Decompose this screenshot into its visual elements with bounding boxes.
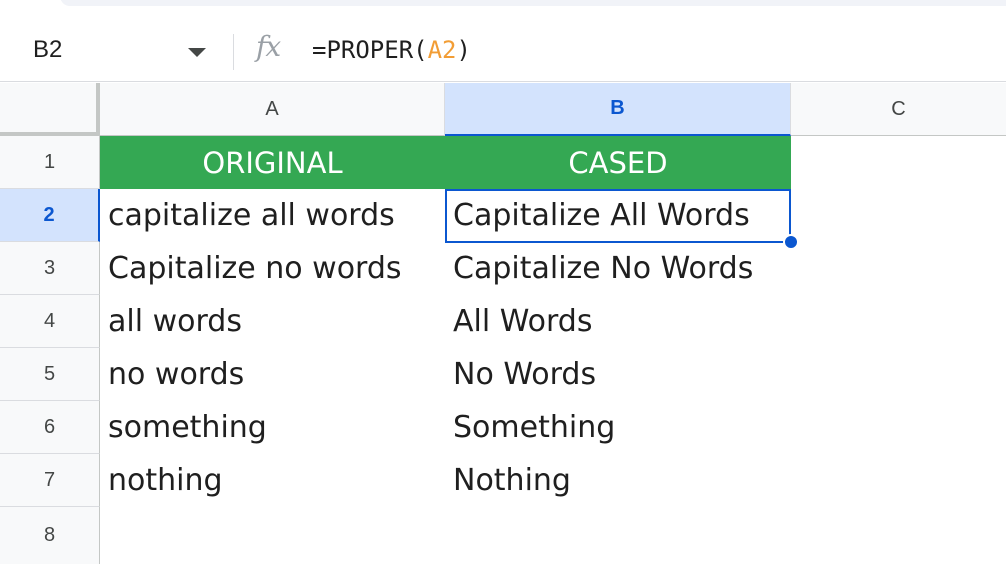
toolbar-edge (60, 0, 1006, 6)
formula-prefix: =PROPER( (312, 36, 428, 64)
row-header-3[interactable]: 3 (0, 242, 100, 295)
column-header-c[interactable]: C (791, 83, 1006, 136)
cell-b7[interactable]: Nothing (445, 454, 791, 507)
row-header-7[interactable]: 7 (0, 454, 100, 507)
spreadsheet-grid: A B C 1 2 3 4 5 6 7 8 ORIGINAL CASED cap… (0, 83, 1006, 564)
name-box[interactable]: B2 (0, 20, 222, 82)
cell-a7[interactable]: nothing (100, 454, 445, 507)
column-header-a[interactable]: A (100, 83, 445, 136)
formula-suffix: ) (456, 36, 471, 64)
cell-a2[interactable]: capitalize all words (100, 189, 445, 242)
formula-bar: B2 fx =PROPER(A2) (0, 20, 1006, 82)
cell-b3[interactable]: Capitalize No Words (445, 242, 791, 295)
row-header-2[interactable]: 2 (0, 189, 100, 242)
function-icon: fx (256, 30, 281, 63)
row-header-4[interactable]: 4 (0, 295, 100, 348)
cell-b2[interactable]: Capitalize All Words (445, 189, 791, 242)
column-header-b[interactable]: B (445, 83, 791, 136)
cell-b6[interactable]: Something (445, 401, 791, 454)
cell-b5[interactable]: No Words (445, 348, 791, 401)
row-header-8[interactable]: 8 (0, 507, 100, 564)
cell-b4[interactable]: All Words (445, 295, 791, 348)
fill-handle[interactable] (783, 234, 799, 250)
chevron-down-icon[interactable] (188, 48, 206, 57)
cell-a1-header[interactable]: ORIGINAL (100, 136, 445, 189)
row-header-5[interactable]: 5 (0, 348, 100, 401)
row-header-6[interactable]: 6 (0, 401, 100, 454)
select-all-corner[interactable] (0, 83, 100, 136)
formula-cell-reference: A2 (427, 36, 457, 64)
formula-input[interactable]: =PROPER(A2) (312, 36, 471, 64)
cell-a3[interactable]: Capitalize no words (100, 242, 445, 295)
row-header-1[interactable]: 1 (0, 136, 100, 189)
cell-b1-header[interactable]: CASED (445, 136, 791, 189)
name-box-cell-ref[interactable]: B2 (33, 36, 62, 64)
formula-bar-divider (233, 34, 234, 70)
cell-a5[interactable]: no words (100, 348, 445, 401)
cell-a6[interactable]: something (100, 401, 445, 454)
top-strip (0, 0, 1006, 20)
cell-a4[interactable]: all words (100, 295, 445, 348)
